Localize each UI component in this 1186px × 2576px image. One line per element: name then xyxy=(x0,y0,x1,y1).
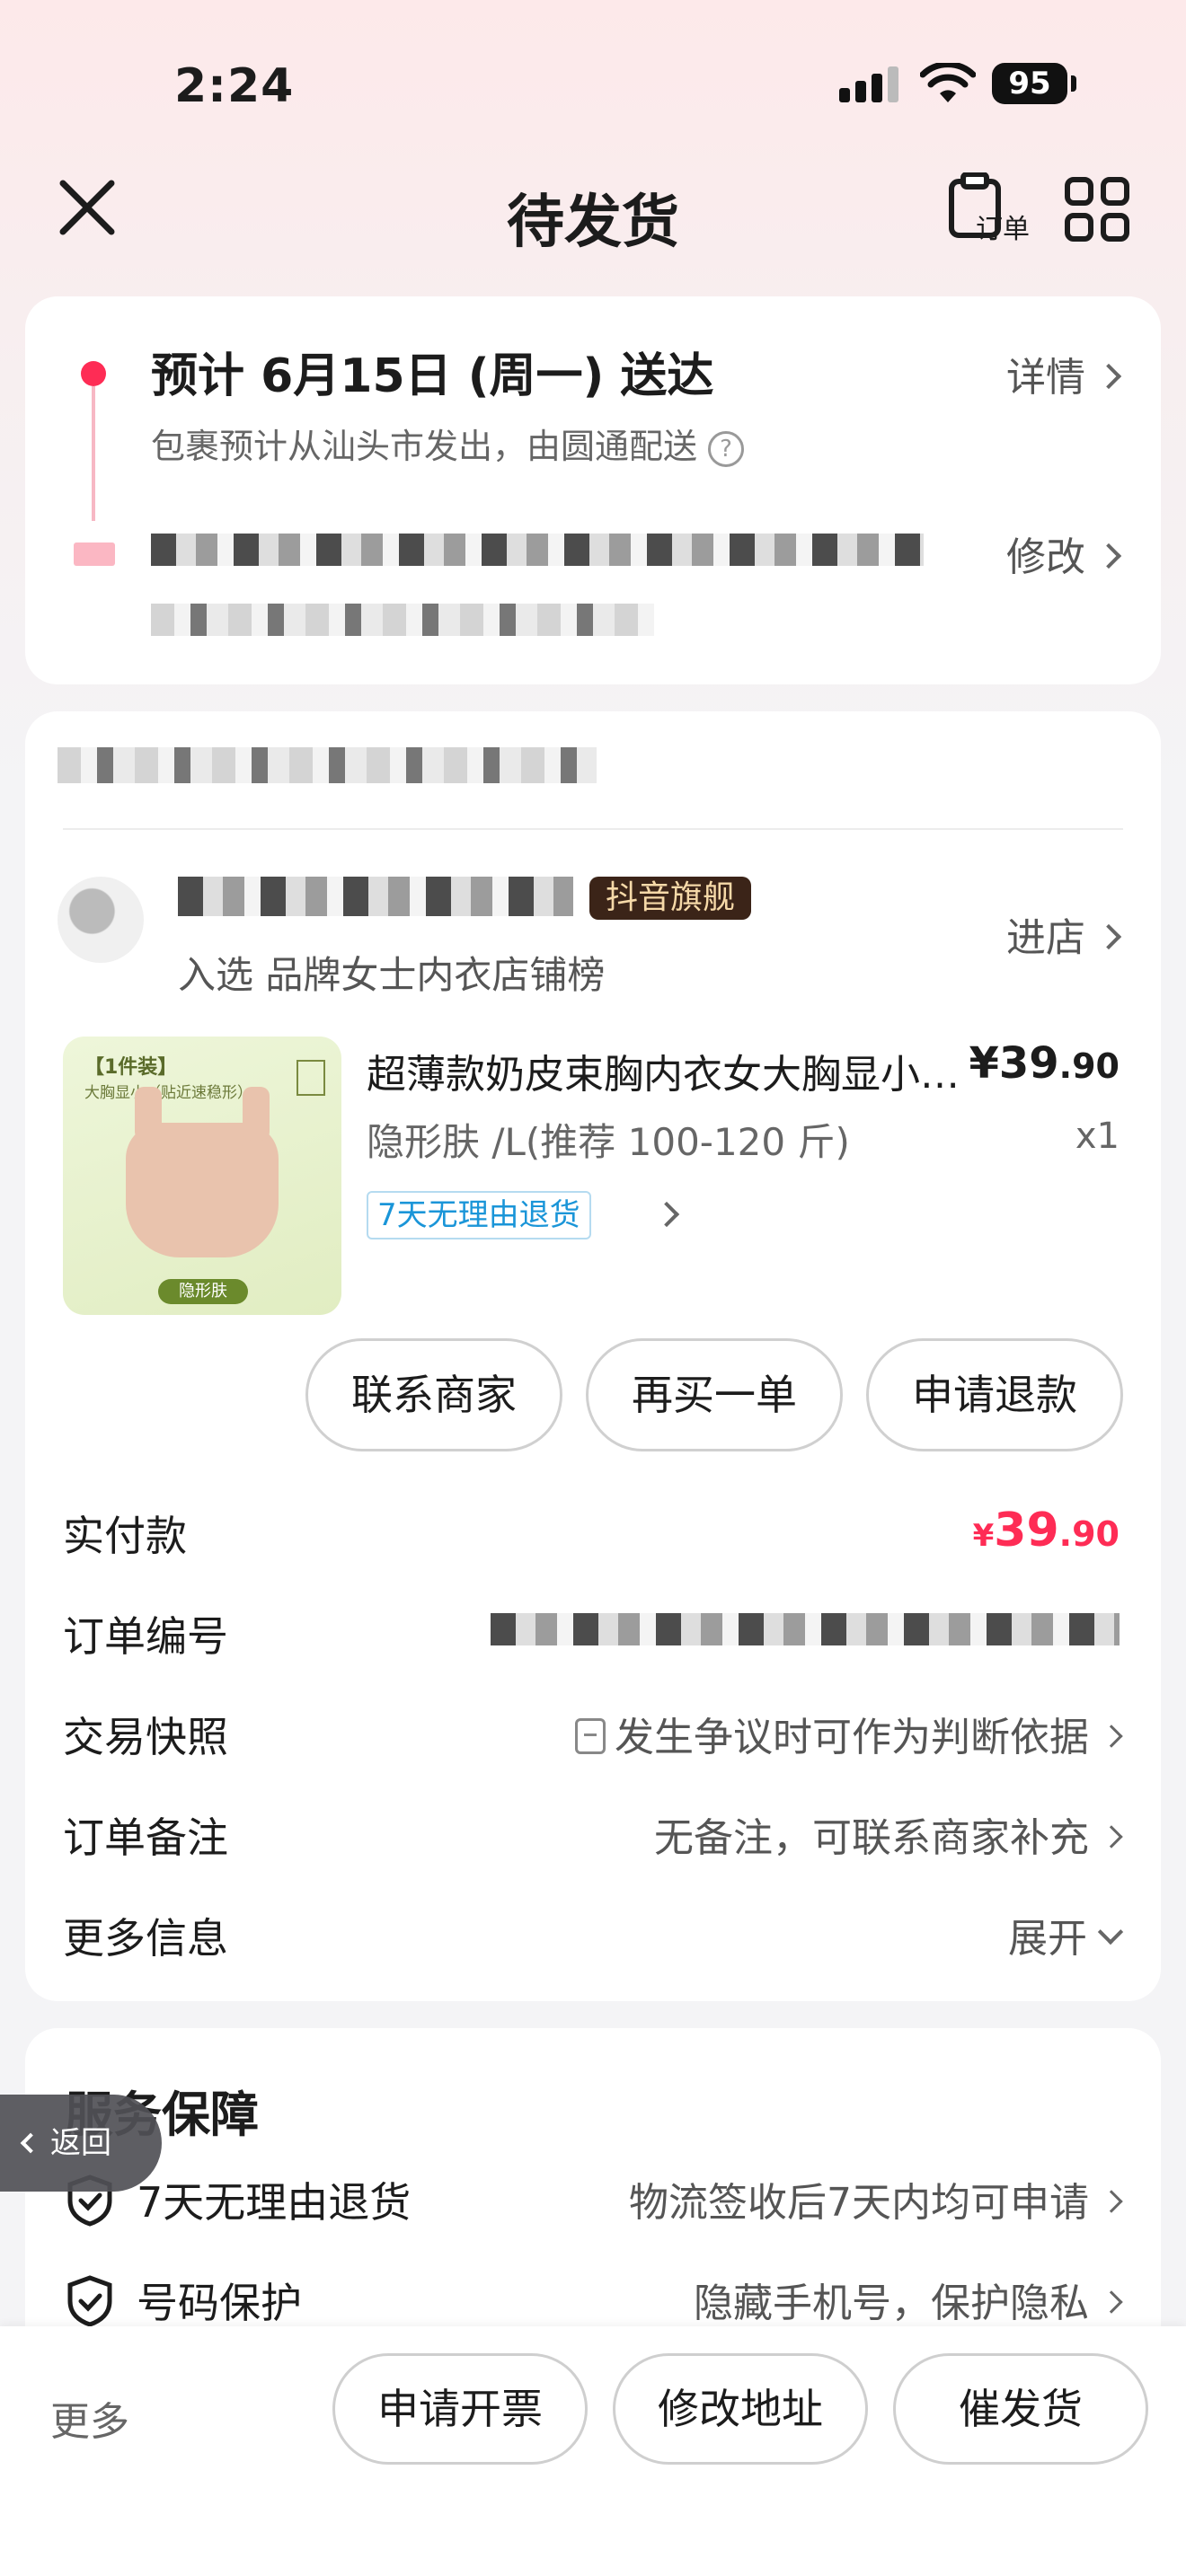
snapshot-row[interactable]: 交易快照 发生争议时可作为判断依据 xyxy=(63,1705,1123,1768)
modify-address-link[interactable]: 修改 xyxy=(1006,525,1122,582)
request-invoice-button[interactable]: 申请开票 xyxy=(332,2353,588,2465)
order-number-redacted[interactable] xyxy=(491,1613,1120,1645)
divider xyxy=(63,828,1123,830)
delivery-eta: 预计 6月15日 (周一) 送达 xyxy=(151,349,714,403)
order-card: 抖音旗舰 入选 品牌女士内衣店铺榜 进店 【1件装】 大胸显小（贴近速稳形） 隐… xyxy=(25,711,1161,2001)
battery-indicator: 95 xyxy=(992,63,1067,104)
detail-label: 详情 xyxy=(1006,355,1085,401)
store-header-redacted[interactable] xyxy=(58,747,597,783)
snapshot-text: 发生争议时可作为判断依据 xyxy=(615,1715,1089,1760)
shop-avatar[interactable] xyxy=(58,877,144,963)
service-row-return[interactable]: 7天无理由退货 物流签收后7天内均可申请 xyxy=(65,2170,1123,2233)
back-button[interactable]: 返回 xyxy=(0,2095,162,2192)
shield-check-icon xyxy=(67,2275,112,2327)
product-image[interactable]: 【1件装】 大胸显小（贴近速稳形） 隐形肤 xyxy=(63,1037,341,1315)
enter-shop-link[interactable]: 进店 xyxy=(1006,905,1122,963)
product-title[interactable]: 超薄款奶皮束胸内衣女大胸显小无钢圈 xyxy=(367,1042,960,1099)
remark-value: 无备注，可联系商家补充 xyxy=(654,1805,1123,1863)
service-label: 号码保护 xyxy=(137,2279,302,2327)
rebuy-button[interactable]: 再买一单 xyxy=(586,1338,843,1451)
chevron-right-icon xyxy=(1100,1725,1123,1748)
more-info-row[interactable]: 更多信息 展开 xyxy=(63,1906,1124,1969)
chevron-down-icon xyxy=(1097,1919,1124,1945)
image-tag: 【1件装】 xyxy=(84,1056,178,1079)
more-info-value: 展开 xyxy=(1008,1906,1124,1963)
destination-marker xyxy=(74,543,115,566)
order-list-button[interactable]: 订单 xyxy=(947,172,1033,245)
shop-name-redacted[interactable] xyxy=(178,877,573,916)
paid-currency: ¥ xyxy=(972,1518,995,1554)
product-sku: 隐形肤 /L(推荐 100-120 斤) xyxy=(367,1120,850,1164)
chevron-right-icon xyxy=(1095,363,1122,390)
remark-label: 订单备注 xyxy=(63,1813,228,1862)
order-number-row: 订单编号 xyxy=(63,1604,1120,1667)
route-line xyxy=(92,386,95,521)
nav-bar: 待发货 订单 xyxy=(0,153,1186,260)
chevron-right-icon[interactable] xyxy=(653,1201,680,1228)
chevron-right-icon xyxy=(1100,2190,1123,2213)
delivery-origin-text: 包裹预计从汕头市发出，由圆通配送 xyxy=(151,427,698,466)
enter-shop-label: 进店 xyxy=(1006,915,1085,961)
more-button[interactable]: 更多 xyxy=(50,2389,129,2447)
order-icon-label: 订单 xyxy=(976,214,1030,245)
more-info-label: 更多信息 xyxy=(63,1914,228,1963)
service-value-text: 隐藏手机号，保护隐私 xyxy=(694,2280,1089,2326)
price-decimal: .90 xyxy=(1058,1046,1120,1086)
remark-row[interactable]: 订单备注 无备注，可联系商家补充 xyxy=(63,1805,1123,1868)
paid-int: 39 xyxy=(994,1504,1059,1557)
modify-label: 修改 xyxy=(1006,534,1085,580)
image-color-band: 隐形肤 xyxy=(158,1279,248,1304)
paid-amount: ¥39.90 xyxy=(973,1504,1120,1557)
modify-address-button[interactable]: 修改地址 xyxy=(613,2353,868,2465)
remark-text: 无备注，可联系商家补充 xyxy=(654,1815,1089,1861)
chevron-right-icon xyxy=(1100,1825,1123,1848)
back-label: 返回 xyxy=(50,2125,111,2161)
paid-amount-row: 实付款 ¥39.90 xyxy=(63,1504,1120,1566)
recipient-redacted xyxy=(151,604,654,636)
address-redacted xyxy=(151,534,924,566)
help-icon[interactable]: ? xyxy=(708,430,745,467)
service-label: 7天无理由退货 xyxy=(137,2178,412,2227)
grid-menu-icon[interactable] xyxy=(1064,176,1130,243)
paid-label: 实付款 xyxy=(63,1512,187,1560)
service-value: 物流签收后7天内均可申请 xyxy=(629,2170,1123,2228)
paid-decimal: .90 xyxy=(1058,1514,1120,1554)
shop-rank-text[interactable]: 入选 品牌女士内衣店铺榜 xyxy=(178,945,605,1000)
urge-shipment-button[interactable]: 催发货 xyxy=(893,2353,1148,2465)
product-quantity: x1 xyxy=(1075,1116,1120,1157)
return-policy-tag[interactable]: 7天无理由退货 xyxy=(367,1191,591,1239)
origin-dot xyxy=(81,361,106,386)
delivery-detail-link[interactable]: 详情 xyxy=(1006,345,1122,402)
bottom-action-bar: 更多 申请开票 修改地址 催发货 xyxy=(0,2326,1186,2576)
expand-text: 展开 xyxy=(1008,1916,1087,1962)
chevron-left-icon xyxy=(20,2132,41,2154)
price-int: ¥39 xyxy=(969,1038,1059,1089)
service-row-privacy[interactable]: 号码保护 隐藏手机号，保护隐私 xyxy=(65,2271,1123,2333)
order-number-label: 订单编号 xyxy=(63,1612,228,1661)
snapshot-value: 发生争议时可作为判断依据 xyxy=(575,1705,1123,1762)
service-value-text: 物流签收后7天内均可申请 xyxy=(629,2180,1089,2226)
contact-merchant-button[interactable]: 联系商家 xyxy=(305,1338,562,1451)
request-refund-button[interactable]: 申请退款 xyxy=(866,1338,1123,1451)
flagship-badge: 抖音旗舰 xyxy=(589,877,752,920)
snapshot-label: 交易快照 xyxy=(63,1713,228,1761)
delivery-card: 预计 6月15日 (周一) 送达 包裹预计从汕头市发出，由圆通配送? 详情 修改 xyxy=(25,296,1161,684)
battery-tip xyxy=(1071,75,1076,92)
product-photo xyxy=(126,1087,279,1257)
chevron-right-icon xyxy=(1095,543,1122,569)
status-bar: 2:24 95 xyxy=(0,0,1186,153)
chevron-right-icon xyxy=(1100,2290,1123,2314)
wifi-icon xyxy=(920,63,976,102)
chevron-right-icon xyxy=(1095,923,1122,950)
cellular-signal-icon xyxy=(839,66,898,102)
document-icon xyxy=(575,1718,606,1754)
service-value: 隐藏手机号，保护隐私 xyxy=(694,2271,1123,2328)
status-time: 2:24 xyxy=(174,59,295,113)
delivery-origin: 包裹预计从汕头市发出，由圆通配送? xyxy=(151,419,745,468)
product-price: ¥39.90 xyxy=(969,1038,1120,1089)
image-subtag: 大胸显小（贴近速稳形） xyxy=(84,1084,252,1102)
quality-stamp-icon xyxy=(296,1060,325,1096)
